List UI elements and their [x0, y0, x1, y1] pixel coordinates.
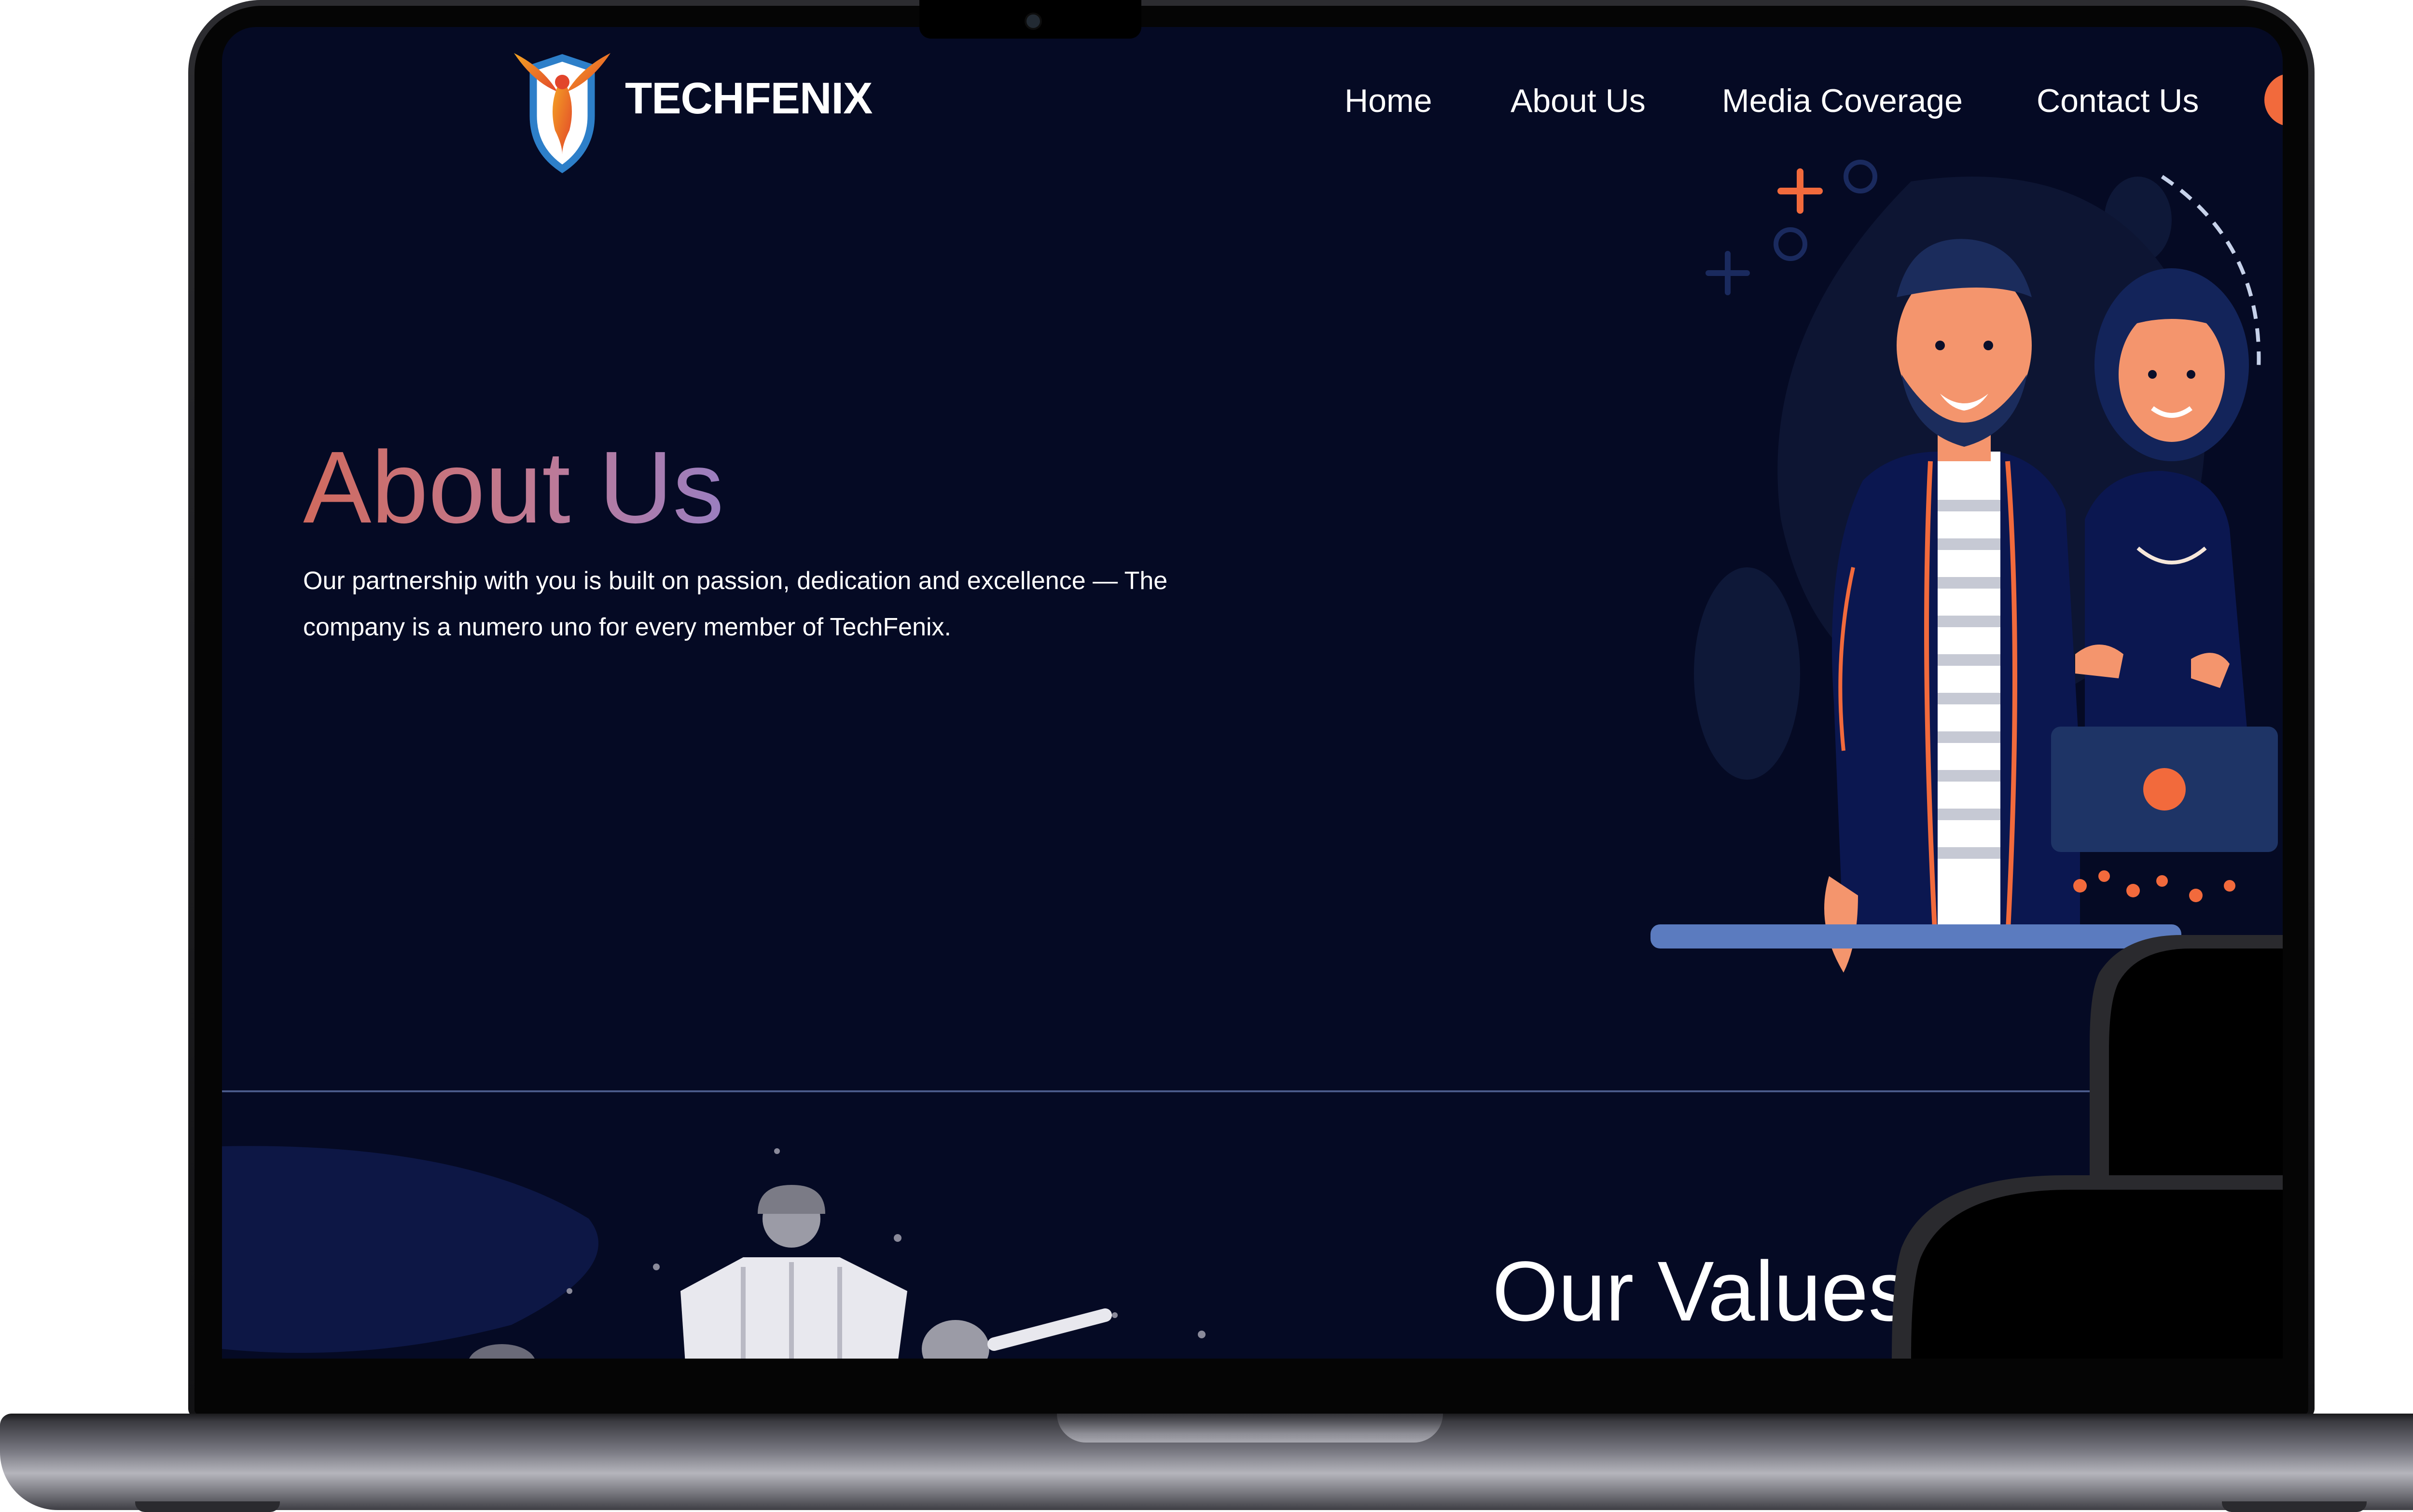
team-illustration — [1650, 160, 2278, 973]
laptop-base-notch — [1057, 1414, 1443, 1443]
hero-title: About Us — [303, 428, 724, 546]
laptop-foot-left — [135, 1501, 280, 1512]
explorers-illustration — [222, 1146, 1206, 1359]
laptop-foot-right — [2222, 1501, 2367, 1512]
brand-name[interactable]: TECHFENIX — [625, 73, 873, 124]
hero-description: Our partnership with you is built on pas… — [303, 567, 1168, 641]
nav-media-coverage-link[interactable]: Media Coverage — [1722, 82, 1963, 120]
values-section-title: Our Values — [1492, 1244, 1911, 1339]
nav-cta-circle[interactable] — [2264, 73, 2283, 126]
website-screen: TECHFENIX Home About Us Media Coverage C… — [222, 27, 2283, 1359]
device-frame-overlay — [1892, 935, 2283, 1359]
nav-home-link[interactable]: Home — [1345, 82, 1432, 120]
nav-about-link[interactable]: About Us — [1511, 82, 1646, 120]
webcam-icon — [1025, 13, 1042, 30]
nav-contact-link[interactable]: Contact Us — [2037, 82, 2199, 120]
